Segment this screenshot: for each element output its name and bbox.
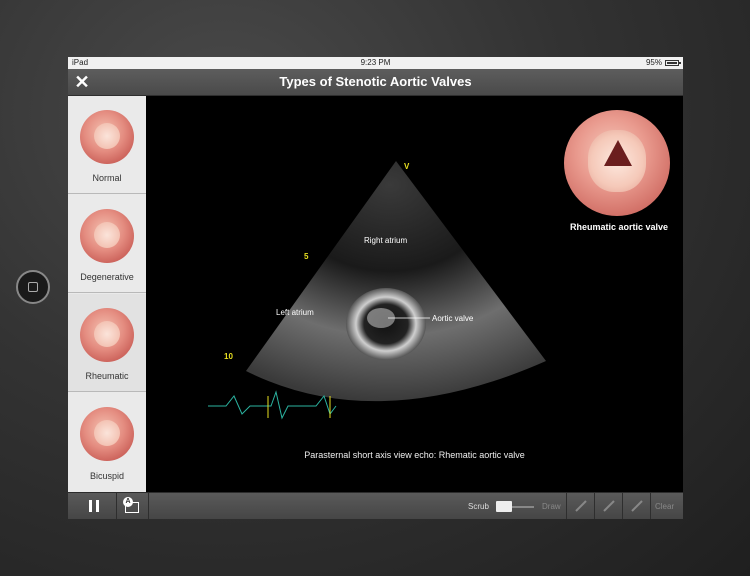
toolbar-divider [148, 493, 149, 519]
status-time: 9:23 PM [360, 58, 391, 67]
sidebar-item-rheumatic[interactable]: Rheumatic [68, 294, 146, 392]
toolbar-divider [622, 493, 623, 519]
scrub-label: Scrub [468, 502, 489, 511]
v-marker: V [404, 162, 410, 171]
content-area: V 5 10 Right atrium Left atrium Aortic v… [146, 96, 683, 492]
annotate-button[interactable]: A [120, 496, 144, 517]
inset-caption: Rheumatic aortic valve [569, 222, 669, 232]
battery-percent: 95% [645, 58, 662, 67]
page-title: Types of Stenotic Aortic Valves [279, 74, 472, 89]
clear-button[interactable]: Clear [655, 502, 674, 511]
pencil-icon [603, 500, 615, 512]
left-atrium-label: Left atrium [276, 308, 314, 317]
rheumatic-valve-illustration [564, 110, 670, 216]
depth-marker-5: 5 [304, 252, 309, 261]
depth-marker-10: 10 [224, 352, 233, 361]
annotate-letter-icon: A [123, 497, 133, 507]
right-atrium-label: Right atrium [364, 236, 408, 245]
toolbar-divider [650, 493, 651, 519]
draw-label: Draw [542, 502, 561, 511]
pencil-icon [631, 500, 643, 512]
app-screen: iPad 9:23 PM 95% ✕ Types of Stenotic Aor… [68, 57, 683, 519]
pen-tool-3[interactable] [626, 496, 648, 517]
sidebar-item-label: Rheumatic [85, 371, 129, 381]
echo-caption: Parasternal short axis view echo: Rhemat… [304, 450, 525, 460]
toolbar-divider [566, 493, 567, 519]
valve-sidebar: Normal Degenerative Rheumatic Bicuspid [68, 96, 146, 492]
normal-valve-icon [80, 110, 134, 164]
sidebar-item-degenerative[interactable]: Degenerative [68, 195, 146, 293]
pencil-icon [575, 500, 587, 512]
sidebar-item-normal[interactable]: Normal [68, 96, 146, 194]
sidebar-item-label: Degenerative [80, 272, 134, 282]
valve-orifice [604, 140, 632, 166]
title-bar: ✕ Types of Stenotic Aortic Valves [68, 69, 683, 96]
degenerative-valve-icon [80, 209, 134, 263]
toolbar-divider [594, 493, 595, 519]
aortic-valve-label: Aortic valve [432, 314, 474, 323]
home-button[interactable] [16, 270, 50, 304]
scrub-handle[interactable] [496, 501, 512, 512]
pen-tool-1[interactable] [570, 496, 592, 517]
pen-tool-2[interactable] [598, 496, 620, 517]
pause-button[interactable] [82, 496, 106, 517]
status-bar: iPad 9:23 PM 95% [68, 57, 683, 69]
sidebar-item-bicuspid[interactable]: Bicuspid [68, 393, 146, 491]
toolbar-divider [116, 493, 117, 519]
battery-icon [665, 60, 681, 66]
sidebar-item-label: Normal [92, 173, 122, 183]
home-square-icon [28, 282, 38, 292]
battery-status: 95% [645, 57, 681, 69]
bicuspid-valve-icon [80, 407, 134, 461]
rheumatic-valve-icon [80, 308, 134, 362]
bottom-toolbar: A Scrub Draw Clear [68, 492, 683, 519]
sidebar-item-label: Bicuspid [89, 471, 125, 481]
